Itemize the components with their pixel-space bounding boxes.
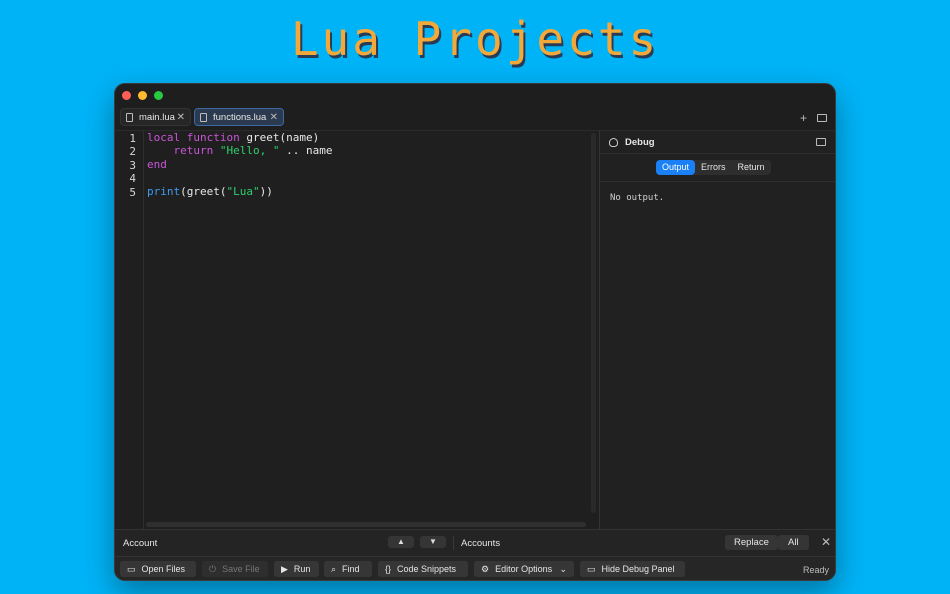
bottom-toolbar: ▭ Open Files ⏻ Save File ▶ Run ⌕ Find {}…: [115, 556, 835, 580]
app-window: main.lua ✕ functions.lua ✕ + 12345 local…: [114, 83, 836, 581]
file-icon: [200, 112, 207, 122]
replace-all-button[interactable]: All: [778, 535, 809, 550]
run-button[interactable]: ▶ Run: [274, 561, 319, 577]
tab-functions-lua[interactable]: functions.lua ✕: [194, 108, 284, 126]
close-tab-icon[interactable]: ✕: [177, 112, 185, 123]
close-find-icon[interactable]: ✕: [821, 535, 831, 549]
save-icon: ⏻: [209, 564, 217, 574]
tab-main-lua[interactable]: main.lua ✕: [120, 108, 191, 126]
braces-icon: {}: [385, 564, 392, 574]
tab-output[interactable]: Output: [656, 160, 696, 175]
editor-options-button[interactable]: ⚙ Editor Options ⌄: [474, 561, 574, 577]
tab-bar: main.lua ✕ functions.lua ✕ +: [115, 108, 835, 130]
next-match-button[interactable]: ▼: [420, 536, 446, 548]
play-icon: ▶: [281, 564, 288, 574]
bug-icon: [609, 137, 618, 147]
file-icon: [126, 112, 133, 122]
code-area[interactable]: local function greet(name) return "Hello…: [147, 131, 332, 198]
save-file-label: Save File: [222, 564, 260, 574]
debug-output-text: No output.: [610, 193, 665, 203]
chevron-down-icon: ⌄: [559, 564, 567, 574]
find-button[interactable]: ⌕ Find: [324, 561, 372, 577]
sidebar-icon: ▭: [587, 564, 596, 574]
line-number: 5: [129, 185, 136, 199]
code-line[interactable]: [147, 171, 332, 184]
replace-button[interactable]: Replace: [725, 535, 778, 550]
code-line[interactable]: print(greet("Lua")): [147, 185, 332, 198]
save-file-button[interactable]: ⏻ Save File: [202, 561, 268, 577]
code-token: greet(name): [239, 131, 320, 144]
tab-label: functions.lua: [213, 111, 267, 123]
open-files-label: Open Files: [141, 564, 186, 574]
search-icon: ⌕: [331, 564, 337, 574]
code-token: end: [147, 157, 167, 171]
close-window-button[interactable]: [122, 91, 131, 100]
code-token: local: [147, 131, 181, 144]
zoom-window-button[interactable]: [154, 91, 163, 100]
replace-input[interactable]: Accounts: [461, 538, 500, 549]
debug-header: Debug: [600, 131, 835, 154]
window-controls: [122, 91, 163, 100]
find-replace-bar: Account ▲ ▼ Accounts Replace All ✕: [115, 529, 835, 556]
divider: [600, 181, 835, 182]
debug-panel: Debug Output Errors Return No output.: [599, 130, 835, 529]
gear-icon: ⚙: [481, 564, 490, 574]
line-number: 3: [129, 158, 136, 172]
close-tab-icon[interactable]: ✕: [270, 112, 278, 123]
folder-icon: ▭: [127, 564, 136, 574]
tab-label: main.lua: [139, 111, 175, 123]
tab-errors[interactable]: Errors: [695, 160, 732, 175]
toggle-sidebar-icon[interactable]: [816, 138, 826, 146]
find-input[interactable]: Account: [123, 538, 157, 549]
code-token: .. name: [279, 144, 333, 158]
run-label: Run: [293, 564, 311, 574]
previous-match-button[interactable]: ▲: [388, 536, 414, 548]
code-token: (greet(: [180, 184, 227, 198]
find-label: Find: [342, 564, 360, 574]
hide-debug-label: Hide Debug Panel: [601, 564, 675, 574]
line-number-gutter: 12345: [115, 131, 144, 529]
debug-title: Debug: [625, 136, 655, 148]
code-snippets-button[interactable]: {} Code Snippets: [378, 561, 468, 577]
divider: [453, 536, 454, 550]
chevron-up-icon: ▲: [397, 537, 405, 546]
vertical-scrollbar[interactable]: [591, 133, 596, 513]
code-token: print: [147, 184, 181, 198]
hide-debug-panel-button[interactable]: ▭ Hide Debug Panel: [580, 561, 685, 577]
code-token: function: [186, 131, 240, 144]
new-tab-icon[interactable]: +: [800, 111, 807, 125]
code-token: "Hello, ": [219, 144, 280, 158]
code-token: return: [173, 144, 214, 158]
debug-tabs: Output Errors Return: [656, 160, 771, 175]
code-line[interactable]: end: [147, 158, 332, 171]
line-number: 2: [129, 145, 136, 159]
line-number: 4: [129, 172, 136, 186]
code-snippets-label: Code Snippets: [397, 564, 457, 574]
code-token: )): [259, 184, 273, 198]
status-text: Ready: [802, 565, 829, 575]
folder-icon[interactable]: [817, 114, 827, 122]
code-line[interactable]: return "Hello, " .. name: [147, 144, 333, 158]
code-line[interactable]: local function greet(name): [147, 131, 332, 144]
tab-return[interactable]: Return: [732, 160, 771, 175]
chevron-down-icon: ▼: [429, 537, 437, 546]
code-editor[interactable]: 12345 local function greet(name) return …: [115, 130, 599, 529]
editor-options-label: Editor Options: [495, 564, 553, 574]
hero-title: Lua Projects: [290, 12, 660, 66]
minimize-window-button[interactable]: [138, 91, 147, 100]
horizontal-scrollbar[interactable]: [146, 522, 586, 527]
code-token: "Lua": [226, 184, 260, 198]
open-files-button[interactable]: ▭ Open Files: [120, 561, 196, 577]
line-number: 1: [129, 132, 136, 145]
